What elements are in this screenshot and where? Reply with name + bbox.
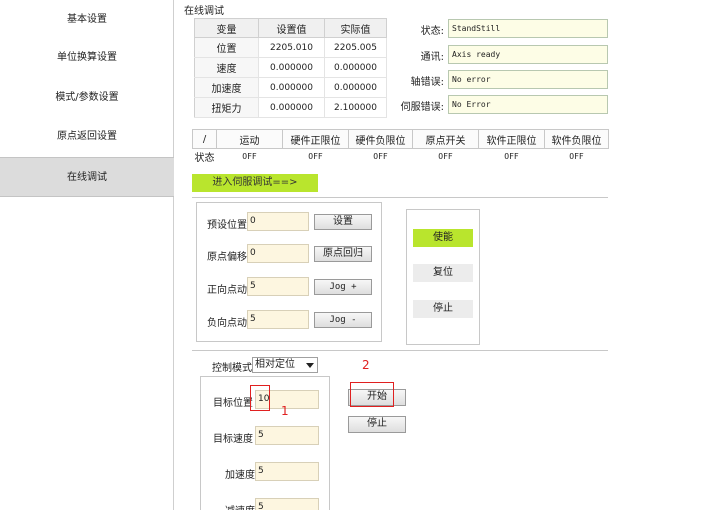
set-value-cell: 2205.010 bbox=[258, 37, 325, 58]
column-header-variable: 变量 bbox=[194, 18, 259, 38]
table-row: 加速度 0.000000 0.000000 bbox=[194, 77, 387, 98]
column-header-hw-neg-limit: 硬件负限位 bbox=[348, 129, 413, 149]
status-cell: OFF bbox=[438, 152, 453, 162]
target-position-label: 目标位置 bbox=[213, 398, 253, 409]
row-label: 扭矩力 bbox=[194, 97, 259, 118]
column-header-home-switch: 原点开关 bbox=[412, 129, 479, 149]
annotation-box-2 bbox=[350, 382, 394, 407]
status-cell: OFF bbox=[373, 152, 388, 162]
home-return-button[interactable]: 原点回归 bbox=[314, 246, 372, 262]
acceleration-input[interactable]: 5 bbox=[255, 462, 319, 481]
axis-error-label: 轴错误: bbox=[410, 77, 444, 88]
status-cell: OFF bbox=[504, 152, 519, 162]
enable-button[interactable]: 使能 bbox=[413, 229, 473, 247]
annotation-number-2: 2 bbox=[362, 358, 370, 372]
acceleration-label: 加速度 bbox=[225, 470, 255, 481]
sidebar-item-basic-settings[interactable]: 基本设置 bbox=[0, 0, 174, 40]
comm-field: Axis ready bbox=[448, 45, 608, 64]
enter-servo-debug-button[interactable]: 进入伺服调试==> bbox=[192, 174, 318, 192]
origin-offset-input[interactable]: 0 bbox=[247, 244, 309, 263]
annotation-box-1 bbox=[250, 385, 270, 411]
jog-plus-button[interactable]: Jog + bbox=[314, 279, 372, 295]
control-mode-label: 控制模式 bbox=[212, 363, 252, 374]
sidebar-item-mode-params[interactable]: 模式/参数设置 bbox=[0, 78, 174, 118]
preset-position-input[interactable]: 0 bbox=[247, 212, 309, 231]
status-cell: OFF bbox=[569, 152, 584, 162]
target-speed-input[interactable]: 5 bbox=[255, 426, 319, 445]
axis-error-field: No error bbox=[448, 70, 608, 89]
deceleration-label: 减速度 bbox=[225, 502, 255, 510]
deceleration-input[interactable]: 5 bbox=[255, 498, 319, 510]
status-field: StandStill bbox=[448, 19, 608, 38]
comm-label: 通讯: bbox=[420, 52, 444, 63]
set-button[interactable]: 设置 bbox=[314, 214, 372, 230]
page-title: 在线调试 bbox=[184, 6, 224, 17]
jog-panel: 预设位置 0 设置 原点偏移 0 原点回归 正向点动 5 Jog + 负向点动 … bbox=[196, 202, 382, 342]
set-value-cell: 0.000000 bbox=[258, 97, 325, 118]
chevron-down-icon bbox=[306, 363, 314, 368]
row-label: 速度 bbox=[194, 57, 259, 78]
origin-offset-label: 原点偏移 bbox=[207, 252, 247, 263]
sidebar-item-online-debug[interactable]: 在线调试 bbox=[0, 157, 174, 197]
reset-button[interactable]: 复位 bbox=[413, 264, 473, 282]
column-header-sw-pos-limit: 软件正限位 bbox=[478, 129, 545, 149]
status-cell: OFF bbox=[308, 152, 323, 162]
annotation-number-1: 1 bbox=[281, 404, 289, 418]
column-header-sw-neg-limit: 软件负限位 bbox=[544, 129, 609, 149]
column-header-hw-pos-limit: 硬件正限位 bbox=[282, 129, 349, 149]
set-value-cell: 0.000000 bbox=[258, 57, 325, 78]
row-label: 位置 bbox=[194, 37, 259, 58]
divider bbox=[192, 350, 608, 351]
control-panel: 使能 复位 停止 bbox=[406, 209, 480, 345]
table-row: 状态 OFF OFF OFF OFF OFF OFF bbox=[193, 149, 609, 165]
column-header-motion: 运动 bbox=[216, 129, 283, 149]
preset-position-label: 预设位置 bbox=[207, 220, 247, 231]
sidebar-item-homing[interactable]: 原点返回设置 bbox=[0, 117, 174, 157]
stop-button[interactable]: 停止 bbox=[413, 300, 473, 318]
column-header-set-value: 设置值 bbox=[258, 18, 325, 38]
jog-forward-input[interactable]: 5 bbox=[247, 277, 309, 296]
main-panel: 在线调试 变量 设置值 实际值 位置 2205.010 2205.005 速度 … bbox=[178, 0, 720, 510]
io-status-table: / 运动 硬件正限位 硬件负限位 原点开关 软件正限位 软件负限位 状态 OFF… bbox=[192, 129, 609, 165]
table-row: 速度 0.000000 0.000000 bbox=[194, 57, 387, 78]
control-mode-select[interactable]: 相对定位 bbox=[252, 357, 318, 373]
servo-error-field: No Error bbox=[448, 95, 608, 114]
status-cell: OFF bbox=[242, 152, 257, 162]
target-speed-label: 目标速度 bbox=[213, 434, 253, 445]
table-row: 位置 2205.010 2205.005 bbox=[194, 37, 387, 58]
status-label: 状态: bbox=[420, 26, 444, 37]
set-value-cell: 0.000000 bbox=[258, 77, 325, 98]
row-label: 状态 bbox=[194, 153, 215, 165]
motion-stop-button[interactable]: 停止 bbox=[348, 416, 406, 433]
values-table: 变量 设置值 实际值 位置 2205.010 2205.005 速度 0.000… bbox=[194, 18, 387, 118]
app-root: 基本设置 单位换算设置 模式/参数设置 原点返回设置 在线调试 在线调试 变量 … bbox=[0, 0, 720, 510]
divider bbox=[192, 197, 608, 198]
jog-reverse-input[interactable]: 5 bbox=[247, 310, 309, 329]
row-label: 加速度 bbox=[194, 77, 259, 98]
servo-error-label: 伺服错误: bbox=[400, 102, 444, 113]
sidebar-item-unit-conversion[interactable]: 单位换算设置 bbox=[0, 38, 174, 78]
jog-forward-label: 正向点动 bbox=[207, 285, 247, 296]
sidebar: 基本设置 单位换算设置 模式/参数设置 原点返回设置 在线调试 bbox=[0, 0, 174, 510]
control-mode-value: 相对定位 bbox=[255, 359, 295, 370]
jog-minus-button[interactable]: Jog - bbox=[314, 312, 372, 328]
jog-reverse-label: 负向点动 bbox=[207, 318, 247, 329]
table-row: 扭矩力 0.000000 2.100000 bbox=[194, 97, 387, 118]
column-header-slash: / bbox=[192, 129, 217, 149]
